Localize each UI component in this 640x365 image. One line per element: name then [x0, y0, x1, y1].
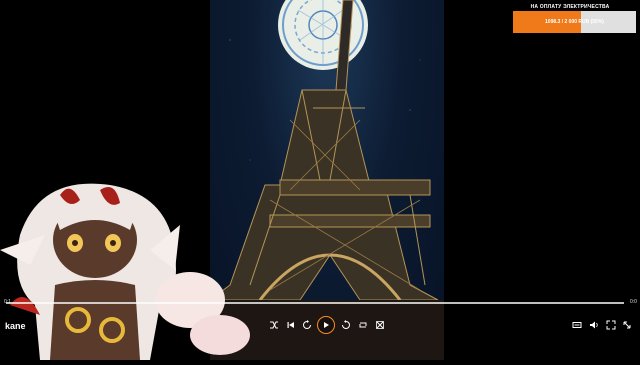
seek-bar[interactable]	[6, 302, 624, 304]
play-icon	[324, 322, 329, 328]
captions-icon[interactable]	[570, 318, 584, 332]
channel-label[interactable]: kane	[5, 321, 26, 331]
shuffle-icon[interactable]	[267, 318, 281, 332]
previous-icon[interactable]	[284, 318, 298, 332]
replay-icon[interactable]	[300, 318, 314, 332]
donation-title: НА ОПЛАТУ ЭЛЕКТРИЧЕСТВА	[530, 4, 610, 10]
donation-progress-text: 1098.3 / 2 000 RUB (55%)	[545, 19, 604, 25]
repeat-icon[interactable]	[339, 318, 353, 332]
donation-goal-widget: НА ОПЛАТУ ЭЛЕКТРИЧЕСТВА 1098.3 / 2 000 R…	[510, 0, 640, 40]
cast-icon[interactable]	[373, 318, 387, 332]
volume-icon[interactable]	[587, 318, 601, 332]
loop-icon[interactable]	[356, 318, 370, 332]
fullscreen-icon[interactable]	[604, 318, 618, 332]
donation-progress-bar: 1098.3 / 2 000 RUB (55%)	[513, 11, 636, 33]
total-time: 0:0	[630, 299, 637, 305]
expand-icon[interactable]	[620, 318, 634, 332]
play-button[interactable]	[317, 316, 335, 334]
vtuber-avatar	[0, 175, 260, 360]
